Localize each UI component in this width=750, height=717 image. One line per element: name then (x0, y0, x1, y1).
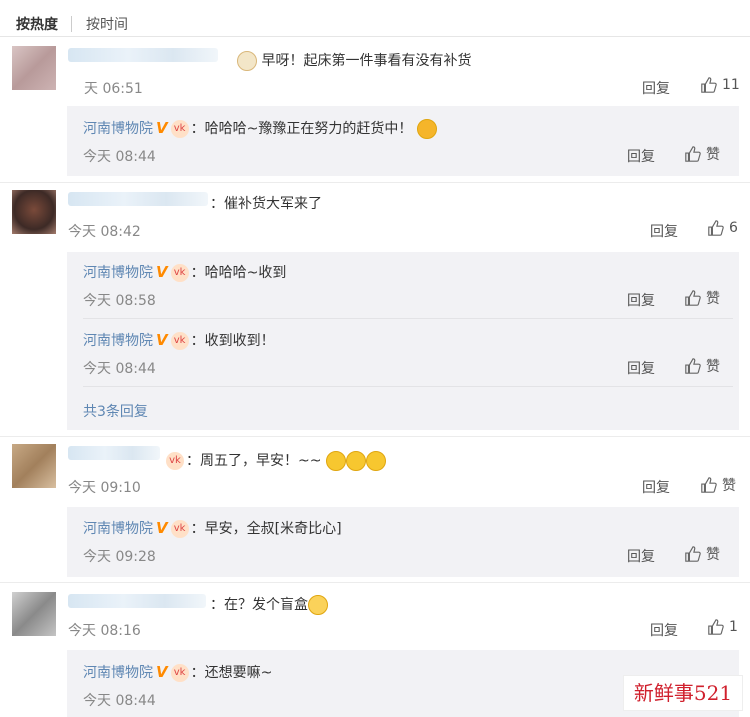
reply-button[interactable]: 回复 (627, 146, 655, 166)
reply-time: 今天 09:28 (83, 549, 156, 565)
comment-text: 早呀！起床第一件事看有没有补货 (237, 50, 471, 71)
member-badge-icon: vk (170, 264, 189, 282)
comment-divider (0, 582, 750, 583)
like-button[interactable]: 赞 (700, 475, 736, 495)
like-count: 6 (729, 220, 738, 236)
sort-by-hot[interactable]: 按热度 (16, 14, 58, 34)
museum-username[interactable]: 河南博物院 (83, 521, 153, 537)
comment-text: ：催补货大军来了 (210, 196, 322, 212)
sort-by-time[interactable]: 按时间 (86, 14, 128, 34)
reply-time: 今天 08:44 (83, 361, 156, 377)
reply-divider (83, 386, 733, 387)
sort-divider (71, 16, 72, 32)
reply-button[interactable]: 回复 (627, 546, 655, 566)
reply-button[interactable]: 回复 (650, 221, 678, 241)
verified-v-icon: V (156, 263, 168, 281)
like-button[interactable]: 赞 (684, 288, 720, 308)
reply-button[interactable]: 回复 (642, 78, 670, 98)
thumbs-up-icon (685, 290, 701, 306)
reply-text: 河南博物院 Vvk ：还想要嘛~ (83, 663, 273, 682)
smile-emoji-icon (325, 451, 346, 471)
avatar[interactable] (12, 190, 56, 234)
member-badge-icon: vk (170, 332, 189, 350)
comment-divider (0, 436, 750, 437)
like-button[interactable]: 11 (700, 76, 740, 94)
verified-v-icon: V (156, 119, 168, 137)
thumbs-up-icon (685, 146, 701, 162)
comment-time: 今天 09:10 (68, 480, 141, 496)
museum-username[interactable]: 河南博物院 (83, 265, 153, 281)
reply-divider (83, 318, 733, 319)
verified-v-icon: V (156, 519, 168, 537)
like-button[interactable]: 1 (707, 618, 738, 636)
comment-time: 今天 08:16 (68, 623, 141, 639)
reply-time: 今天 08:44 (83, 149, 156, 165)
museum-username[interactable]: 河南博物院 (83, 121, 153, 137)
comment-time: 今天 08:42 (68, 224, 141, 240)
comment-time: 天 06:51 (84, 81, 143, 97)
username-blurred[interactable] (68, 446, 160, 460)
username-blurred[interactable] (68, 192, 208, 206)
smile-emoji-icon (345, 451, 366, 471)
like-button[interactable]: 赞 (684, 544, 720, 564)
like-count: 11 (722, 77, 740, 93)
comment-text: ：在？发个盲盒 (210, 594, 328, 615)
thumbs-up-icon (708, 220, 724, 236)
reply-button[interactable]: 回复 (627, 358, 655, 378)
username-blurred[interactable] (68, 594, 206, 608)
reply-text: 河南博物院 Vvk ：哈哈哈~豫豫正在努力的赶货中！ (83, 118, 437, 139)
member-badge-icon: vk (170, 120, 189, 138)
like-button[interactable]: 赞 (684, 144, 720, 164)
member-badge-icon: vk (170, 664, 189, 682)
laugh-emoji-icon (416, 119, 437, 139)
like-count: 1 (729, 619, 738, 635)
thumbs-up-icon (708, 619, 724, 635)
thumbs-up-icon (685, 546, 701, 562)
like-button[interactable]: 6 (707, 219, 738, 237)
avatar[interactable] (12, 46, 56, 90)
pleading-emoji-icon (308, 595, 328, 615)
username-blurred[interactable] (68, 48, 218, 62)
comment-text: vk ：周五了，早安！~~ (166, 450, 386, 471)
museum-username[interactable]: 河南博物院 (83, 665, 153, 681)
verified-v-icon: V (156, 663, 168, 681)
reply-text: 河南博物院 Vvk ：收到收到！ (83, 331, 275, 350)
member-badge-icon: vk (170, 520, 189, 538)
verified-v-icon: V (156, 331, 168, 349)
thumbs-up-icon (701, 477, 717, 493)
avatar[interactable] (12, 444, 56, 488)
watermark: 新鲜事521 (623, 675, 743, 711)
member-badge-icon: vk (166, 452, 184, 470)
smile-emoji-icon (365, 451, 386, 471)
reply-button[interactable]: 回复 (627, 290, 655, 310)
view-all-replies-link[interactable]: 共3条回复 (83, 401, 148, 421)
reply-time: 今天 08:44 (83, 693, 156, 709)
comment-divider (0, 182, 750, 183)
like-button[interactable]: 赞 (684, 356, 720, 376)
reply-time: 今天 08:58 (83, 293, 156, 309)
reply-text: 河南博物院 Vvk ：哈哈哈~收到 (83, 263, 287, 282)
museum-username[interactable]: 河南博物院 (83, 333, 153, 349)
thumbs-up-icon (685, 358, 701, 374)
reply-button[interactable]: 回复 (650, 620, 678, 640)
header-divider (0, 36, 750, 37)
reply-button[interactable]: 回复 (642, 477, 670, 497)
dog-emoji-icon (237, 51, 257, 71)
thumbs-up-icon (701, 77, 717, 93)
avatar[interactable] (12, 592, 56, 636)
reply-text: 河南博物院 Vvk ：早安，全叔[米奇比心] (83, 519, 342, 538)
like-count: 赞 (722, 478, 736, 494)
